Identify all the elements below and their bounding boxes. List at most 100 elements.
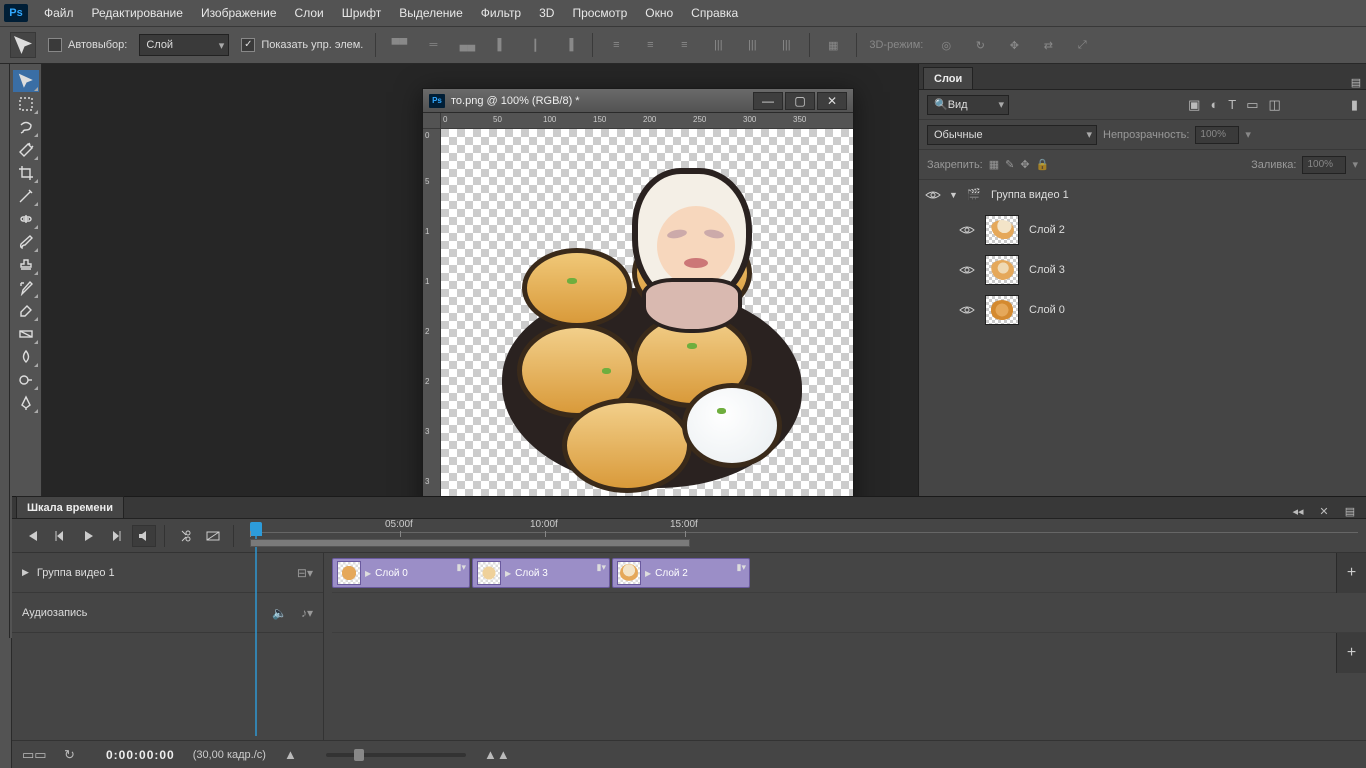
visibility-toggle[interactable] <box>925 187 941 203</box>
audio-track-header[interactable]: Аудиозапись 🔈 ♪▾ <box>12 593 323 633</box>
clip[interactable]: ▶Слой 2 ▮▾ <box>612 558 750 588</box>
track-options-icon[interactable]: ⊟▾ <box>297 566 313 580</box>
audio-options-icon[interactable]: ♪▾ <box>301 606 313 620</box>
menu-help[interactable]: Справка <box>683 2 746 24</box>
maximize-button[interactable]: ▢ <box>785 92 815 110</box>
3d-pan-icon[interactable]: ✥ <box>1003 34 1025 56</box>
split-button[interactable] <box>173 525 197 547</box>
brush-tool[interactable] <box>13 231 39 253</box>
timeline-ruler[interactable]: 05:00f 10:00f 15:00f <box>250 519 1358 553</box>
menu-file[interactable]: Файл <box>36 2 82 24</box>
layer-row[interactable]: Слой 3 <box>919 250 1366 290</box>
document-canvas[interactable] <box>441 129 853 517</box>
panel-menu-icon[interactable]: ▤ <box>1346 76 1366 89</box>
3d-scale-icon[interactable]: ⤢ <box>1071 34 1093 56</box>
menu-type[interactable]: Шрифт <box>334 2 389 24</box>
menu-3d[interactable]: 3D <box>531 2 562 24</box>
layer-row[interactable]: Слой 0 <box>919 290 1366 330</box>
opacity-value[interactable]: 100% <box>1195 126 1239 144</box>
layer-filter-select[interactable]: 🔍 Вид <box>927 95 1009 115</box>
visibility-toggle[interactable] <box>959 262 975 278</box>
filter-adjust-icon[interactable]: ◐ <box>1210 97 1218 113</box>
layer-thumbnail[interactable] <box>985 295 1019 325</box>
zoom-in-icon[interactable]: ▲▲ <box>484 747 508 762</box>
work-area[interactable] <box>250 539 690 547</box>
history-brush-tool[interactable] <box>13 277 39 299</box>
transition-button[interactable] <box>201 525 225 547</box>
dist-hcenter-icon[interactable]: ||| <box>741 34 763 56</box>
fill-value[interactable]: 100% <box>1302 156 1346 174</box>
layer-group[interactable]: ▼ 🎬 Группа видео 1 <box>919 180 1366 210</box>
visibility-toggle[interactable] <box>959 222 975 238</box>
clip-menu-icon[interactable]: ▮▾ <box>737 562 746 573</box>
ruler-horizontal[interactable]: 0 50 100 150 200 250 300 350 <box>441 113 853 129</box>
menu-layers[interactable]: Слои <box>287 2 332 24</box>
filter-smart-icon[interactable]: ◫ <box>1269 97 1281 113</box>
document-window[interactable]: Ps то.png @ 100% (RGB/8) * — ▢ ✕ 0 50 10… <box>422 88 854 518</box>
clip[interactable]: ▶Слой 0 ▮▾ <box>332 558 470 588</box>
dodge-tool[interactable] <box>13 369 39 391</box>
autoselect-target-select[interactable]: Слой <box>139 34 229 56</box>
layers-tab[interactable]: Слои <box>923 67 973 89</box>
video-track-row[interactable]: ▶Слой 0 ▮▾ ▶Слой 3 ▮▾ ▶Слой 2 ▮▾ + <box>332 553 1366 593</box>
layer-row[interactable]: Слой 2 <box>919 210 1366 250</box>
lock-brush-icon[interactable]: ✎ <box>1005 158 1014 171</box>
align-left-icon[interactable]: ▌ <box>490 34 512 56</box>
filter-type-icon[interactable]: T <box>1228 97 1236 113</box>
prev-frame-button[interactable] <box>48 525 72 547</box>
blur-tool[interactable] <box>13 346 39 368</box>
timecode[interactable]: 0:00:00:00 <box>106 748 175 762</box>
expand-icon[interactable]: ▼ <box>949 190 959 200</box>
timeline-tracks[interactable]: ▶Слой 0 ▮▾ ▶Слой 3 ▮▾ ▶Слой 2 ▮▾ + <box>324 553 1366 740</box>
timeline-collapse-icon[interactable]: ◂◂ <box>1288 505 1308 518</box>
next-frame-button[interactable] <box>104 525 128 547</box>
3d-slide-icon[interactable]: ⇄ <box>1037 34 1059 56</box>
menu-window[interactable]: Окно <box>637 2 681 24</box>
menu-view[interactable]: Просмотр <box>564 2 635 24</box>
mute-button[interactable] <box>132 525 156 547</box>
auto-align-icon[interactable]: ▦ <box>822 34 844 56</box>
layer-thumbnail[interactable] <box>985 215 1019 245</box>
minimize-button[interactable]: — <box>753 92 783 110</box>
document-titlebar[interactable]: Ps то.png @ 100% (RGB/8) * — ▢ ✕ <box>423 89 853 113</box>
layer-name[interactable]: Слой 2 <box>1029 224 1065 236</box>
zoom-slider[interactable] <box>326 753 466 757</box>
blend-mode-select[interactable]: Обычные <box>927 125 1097 145</box>
dist-vcenter-icon[interactable]: ≡ <box>639 34 661 56</box>
stamp-tool[interactable] <box>13 254 39 276</box>
zoom-out-icon[interactable]: ▲ <box>284 747 308 762</box>
lock-move-icon[interactable]: ✥ <box>1020 158 1029 171</box>
filter-image-icon[interactable]: ▣ <box>1188 97 1200 113</box>
add-media-button[interactable]: + <box>1336 553 1366 593</box>
eyedropper-tool[interactable] <box>13 185 39 207</box>
video-track-header[interactable]: ▶ Группа видео 1 ⊟▾ <box>12 553 323 593</box>
menu-edit[interactable]: Редактирование <box>84 2 191 24</box>
goto-start-button[interactable] <box>20 525 44 547</box>
clip-menu-icon[interactable]: ▮▾ <box>457 562 466 573</box>
group-name[interactable]: Группа видео 1 <box>991 189 1069 201</box>
pen-tool[interactable] <box>13 392 39 414</box>
menu-select[interactable]: Выделение <box>391 2 471 24</box>
lock-all-icon[interactable]: 🔒 <box>1036 158 1050 171</box>
play-button[interactable] <box>76 525 100 547</box>
current-tool-icon[interactable] <box>10 32 36 58</box>
crop-tool[interactable] <box>13 162 39 184</box>
loop-icon[interactable]: ↻ <box>64 747 88 763</box>
menu-filter[interactable]: Фильтр <box>473 2 529 24</box>
lasso-tool[interactable] <box>13 116 39 138</box>
wand-tool[interactable] <box>13 139 39 161</box>
marquee-tool[interactable] <box>13 93 39 115</box>
align-bottom-icon[interactable]: ▄▄ <box>456 34 478 56</box>
move-tool[interactable] <box>13 70 39 92</box>
layer-thumbnail[interactable] <box>985 255 1019 285</box>
add-audio-button[interactable]: + <box>1336 633 1366 673</box>
lock-pixels-icon[interactable]: ▦ <box>989 158 999 171</box>
close-button[interactable]: ✕ <box>817 92 847 110</box>
filter-toggle[interactable]: ▮ <box>1351 97 1358 113</box>
visibility-toggle[interactable] <box>959 302 975 318</box>
left-collapsed-dock[interactable] <box>0 638 12 768</box>
layer-name[interactable]: Слой 0 <box>1029 304 1065 316</box>
dist-top-icon[interactable]: ≡ <box>605 34 627 56</box>
align-vcenter-icon[interactable]: ═ <box>422 34 444 56</box>
layer-name[interactable]: Слой 3 <box>1029 264 1065 276</box>
